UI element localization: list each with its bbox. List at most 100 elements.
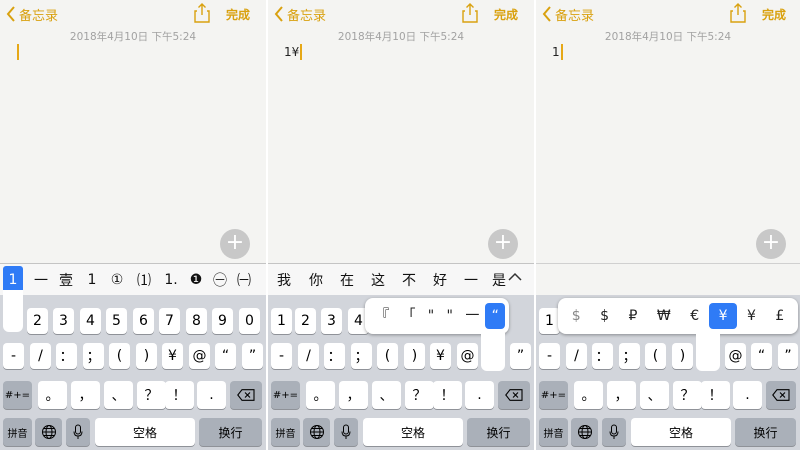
key-at[interactable]: @ bbox=[457, 343, 478, 369]
plus-icon[interactable]: + bbox=[756, 229, 786, 259]
back-button[interactable]: 备忘录 bbox=[274, 4, 326, 24]
key-close-paren[interactable]: ) bbox=[672, 343, 693, 369]
key-2[interactable]: 2 bbox=[27, 308, 48, 334]
space-key[interactable]: 空格 bbox=[95, 418, 195, 446]
key-enum-comma[interactable]: 、 bbox=[640, 381, 669, 409]
candidate-item[interactable]: ㈠ bbox=[236, 270, 252, 290]
key-exclaim[interactable]: ！ bbox=[165, 381, 194, 409]
key-close-paren[interactable]: ) bbox=[404, 343, 425, 369]
return-key[interactable]: 换行 bbox=[735, 418, 796, 446]
key-dash[interactable]: - bbox=[271, 343, 292, 369]
popup-item[interactable]: " bbox=[422, 303, 441, 329]
key-at[interactable]: @ bbox=[725, 343, 746, 369]
back-button[interactable]: 备忘录 bbox=[542, 4, 594, 24]
key-3[interactable]: 3 bbox=[321, 308, 342, 334]
key-close-paren[interactable]: ) bbox=[136, 343, 157, 369]
key-5[interactable]: 5 bbox=[106, 308, 127, 334]
popup-item[interactable]: ₽ bbox=[619, 303, 647, 329]
space-key[interactable]: 空格 bbox=[363, 418, 463, 446]
key-colon[interactable]: ： bbox=[56, 343, 77, 369]
key-exclaim[interactable]: ！ bbox=[701, 381, 730, 409]
plus-icon[interactable]: + bbox=[220, 229, 250, 259]
key-semicolon[interactable]: ； bbox=[83, 343, 104, 369]
candidate-item[interactable]: 这 bbox=[370, 270, 386, 290]
key-at[interactable]: @ bbox=[189, 343, 210, 369]
key-dot[interactable]: . bbox=[465, 381, 494, 409]
candidate-item[interactable]: 我 bbox=[276, 270, 292, 290]
plus-icon[interactable]: + bbox=[488, 229, 518, 259]
candidate-item[interactable]: 在 bbox=[339, 270, 355, 290]
key-semicolon[interactable]: ； bbox=[619, 343, 640, 369]
popup-item[interactable]: $ bbox=[590, 303, 618, 329]
done-button[interactable]: 完成 bbox=[494, 6, 518, 23]
done-button[interactable]: 完成 bbox=[226, 6, 250, 23]
candidate-item[interactable]: 你 bbox=[308, 270, 324, 290]
key-question[interactable]: ？ bbox=[137, 381, 166, 409]
key-open-paren[interactable]: ( bbox=[645, 343, 666, 369]
return-key[interactable]: 换行 bbox=[467, 418, 530, 446]
popup-item[interactable]: 『 bbox=[369, 303, 395, 329]
share-icon[interactable] bbox=[728, 2, 748, 24]
key-slash[interactable]: / bbox=[30, 343, 51, 369]
key-open-paren[interactable]: ( bbox=[109, 343, 130, 369]
candidate-item[interactable]: 一 bbox=[463, 270, 479, 290]
note-body[interactable] bbox=[16, 44, 19, 60]
candidate-item[interactable]: 是 bbox=[491, 270, 507, 290]
key-semicolon[interactable]: ； bbox=[351, 343, 372, 369]
candidate-item[interactable]: 1. bbox=[162, 272, 180, 288]
key-2[interactable]: 2 bbox=[295, 308, 316, 334]
key-open-paren[interactable]: ( bbox=[377, 343, 398, 369]
mic-key[interactable] bbox=[66, 418, 90, 446]
pinyin-key[interactable]: 拼音 bbox=[3, 418, 32, 446]
key-right-quote[interactable]: ” bbox=[510, 343, 531, 369]
globe-key[interactable] bbox=[35, 418, 62, 446]
key-exclaim[interactable]: ！ bbox=[433, 381, 462, 409]
globe-key[interactable] bbox=[571, 418, 598, 446]
key-4[interactable]: 4 bbox=[80, 308, 101, 334]
key-period-cn[interactable]: 。 bbox=[38, 381, 67, 409]
key-dot[interactable]: . bbox=[197, 381, 226, 409]
popup-item[interactable]: € bbox=[680, 303, 708, 329]
popup-item[interactable]: £ bbox=[766, 303, 794, 329]
pinyin-key[interactable]: 拼音 bbox=[271, 418, 300, 446]
key-comma-cn[interactable]: ， bbox=[71, 381, 100, 409]
key-1[interactable]: 1 bbox=[539, 308, 560, 334]
mic-key[interactable] bbox=[602, 418, 626, 446]
key-6[interactable]: 6 bbox=[133, 308, 154, 334]
chevron-up-icon[interactable] bbox=[508, 270, 522, 286]
mic-key[interactable] bbox=[334, 418, 358, 446]
candidate-item[interactable]: 1 bbox=[84, 272, 100, 288]
note-body[interactable]: 1¥ bbox=[284, 44, 303, 60]
delete-key[interactable] bbox=[498, 381, 530, 409]
key-colon[interactable]: ： bbox=[324, 343, 345, 369]
key-yen[interactable]: ¥ bbox=[162, 343, 183, 369]
note-body[interactable]: 1 bbox=[552, 44, 563, 60]
popup-item-selected[interactable]: “ bbox=[485, 303, 506, 329]
key-8[interactable]: 8 bbox=[186, 308, 207, 334]
key-slash[interactable]: / bbox=[566, 343, 587, 369]
key-enum-comma[interactable]: 、 bbox=[104, 381, 133, 409]
key-right-quote[interactable]: ” bbox=[242, 343, 263, 369]
mode-key[interactable]: #+= bbox=[539, 381, 568, 409]
mode-key[interactable]: #+= bbox=[3, 381, 32, 409]
key-colon[interactable]: ： bbox=[592, 343, 613, 369]
popup-item[interactable]: ¥ bbox=[737, 303, 765, 329]
key-left-quote[interactable]: “ bbox=[215, 343, 236, 369]
key-yen[interactable]: ¥ bbox=[430, 343, 451, 369]
key-dot[interactable]: . bbox=[733, 381, 762, 409]
key-1[interactable]: 1 bbox=[271, 308, 292, 334]
key-period-cn[interactable]: 。 bbox=[574, 381, 603, 409]
candidate-item[interactable]: ① bbox=[108, 272, 126, 288]
key-slash[interactable]: / bbox=[298, 343, 319, 369]
candidate-item[interactable]: ㊀ bbox=[212, 270, 228, 290]
key-0[interactable]: 0 bbox=[239, 308, 260, 334]
key-question[interactable]: ？ bbox=[673, 381, 702, 409]
candidate-item[interactable]: 壹 bbox=[56, 270, 76, 290]
key-9[interactable]: 9 bbox=[212, 308, 233, 334]
key-comma-cn[interactable]: ， bbox=[607, 381, 636, 409]
key-enum-comma[interactable]: 、 bbox=[372, 381, 401, 409]
pinyin-key[interactable]: 拼音 bbox=[539, 418, 568, 446]
globe-key[interactable] bbox=[303, 418, 330, 446]
popup-item[interactable]: $ bbox=[562, 303, 590, 329]
key-dash[interactable]: - bbox=[539, 343, 560, 369]
